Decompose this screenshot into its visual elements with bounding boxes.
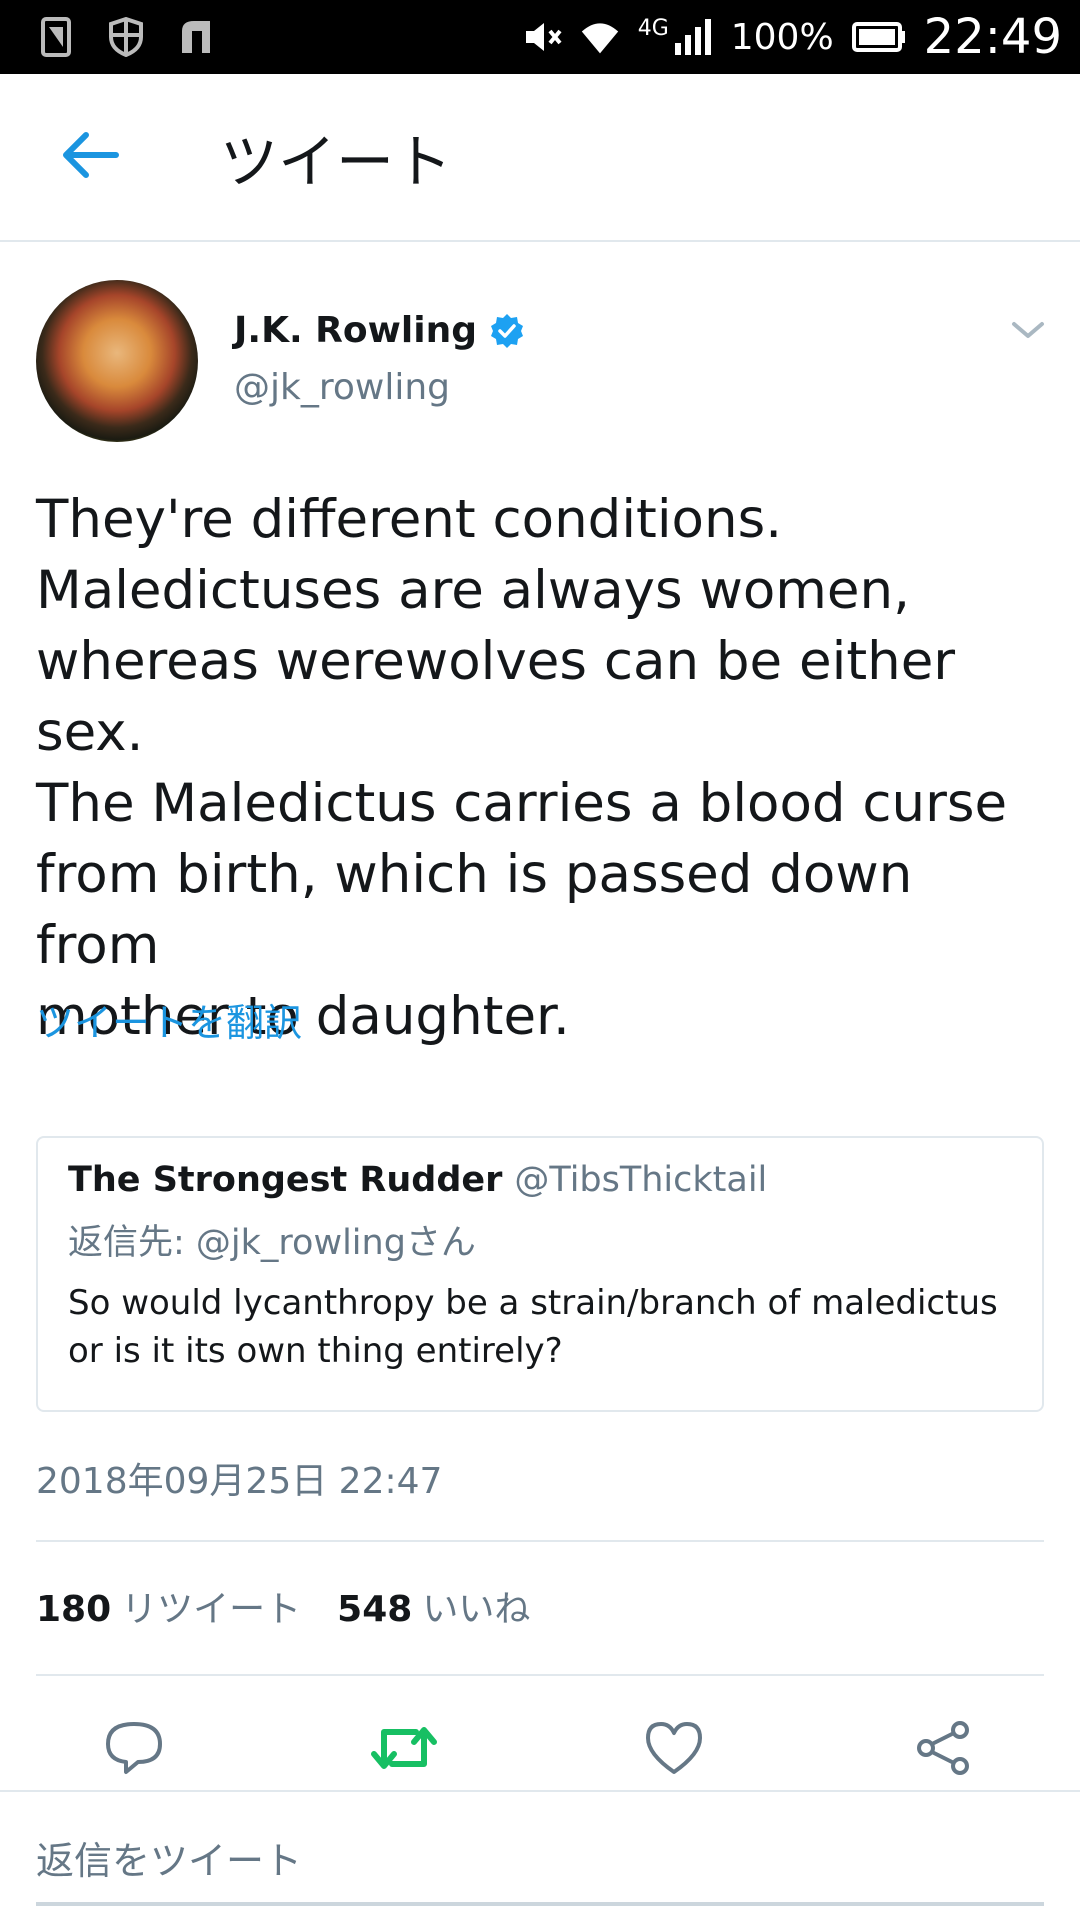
battery-icon (851, 17, 906, 57)
status-left-icons (36, 17, 216, 57)
quoted-tweet[interactable]: The Strongest Rudder @TibsThicktail 返信先:… (36, 1136, 1044, 1412)
author-name: J.K. Rowling (234, 310, 477, 351)
speech-bubble-icon (104, 1720, 164, 1780)
status-right-icons: 4G 100% 22:49 (522, 9, 1062, 65)
likes-label: いいね (422, 1589, 531, 1630)
retweet-icon (370, 1720, 438, 1780)
clock: 22:49 (923, 9, 1062, 65)
chevron-down-icon (1006, 322, 1050, 356)
status-bar: 4G 100% 22:49 (0, 0, 1080, 74)
author-handle: @jk_rowling (234, 367, 450, 408)
tweet-stats: 180 リツイート 548 いいね (36, 1580, 530, 1632)
divider (36, 1540, 1044, 1542)
author-name-row: J.K. Rowling (234, 310, 525, 351)
heart-icon (644, 1720, 704, 1780)
arrow-left-icon (60, 130, 120, 184)
app-bar: ツイート (0, 74, 1080, 242)
likes-count: 548 (337, 1589, 413, 1630)
retweets-stat[interactable]: 180 リツイート (36, 1580, 301, 1632)
like-button[interactable] (624, 1700, 724, 1800)
network-type: 4G (637, 15, 669, 41)
quoted-tweet-header: The Strongest Rudder @TibsThicktail (68, 1160, 1012, 1200)
app-notification-icon (176, 17, 216, 57)
share-icon (914, 1720, 974, 1780)
tweet-timestamp: 2018年09月25日 22:47 (36, 1461, 443, 1502)
shield-icon (106, 17, 146, 57)
retweets-label: リツイート (121, 1589, 302, 1630)
quoted-reply-to: 返信先: @jk_rowlingさん (68, 1223, 476, 1263)
battery-percent: 100% (730, 16, 834, 58)
author-block[interactable]: J.K. Rowling @jk_rowling (234, 310, 525, 408)
signal-icon (673, 17, 713, 57)
verified-badge-icon (489, 313, 525, 349)
share-button[interactable] (894, 1700, 994, 1800)
translate-link[interactable]: ツイートを翻訳 (36, 992, 302, 1047)
retweets-count: 180 (36, 1589, 112, 1630)
tweet-menu-button[interactable] (1006, 308, 1050, 352)
quoted-author-name: The Strongest Rudder (68, 1160, 503, 1200)
reply-input-underline (36, 1902, 1044, 1906)
wifi-icon (580, 17, 620, 57)
mute-icon (522, 17, 562, 57)
sim-icon (36, 17, 76, 57)
likes-stat[interactable]: 548 いいね (337, 1580, 530, 1632)
page-title: ツイート (220, 128, 453, 196)
retweet-button[interactable] (354, 1700, 454, 1800)
tweet-text: They're different conditions. Maledictus… (36, 489, 1008, 1047)
avatar[interactable] (36, 280, 198, 442)
divider (36, 1674, 1044, 1676)
reply-button[interactable] (84, 1700, 184, 1800)
reply-input[interactable]: 返信をツイート (36, 1830, 302, 1885)
quoted-author-handle: @TibsThicktail (514, 1160, 768, 1200)
back-button[interactable] (40, 107, 140, 207)
reply-composer: 返信をツイート (0, 1790, 1080, 1920)
quoted-text: So would lycanthropy be a strain/branch … (68, 1283, 998, 1371)
